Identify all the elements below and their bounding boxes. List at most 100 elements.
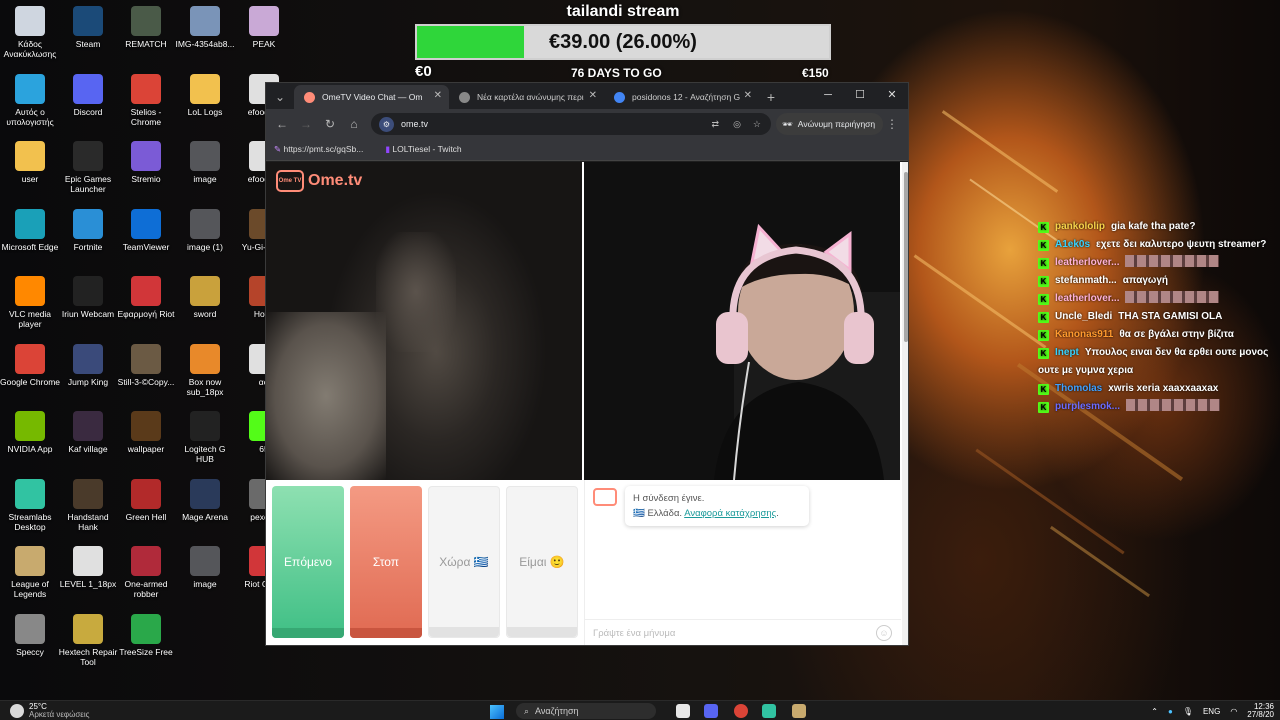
home-icon[interactable]: ⌂ [342,117,366,131]
desktop-shortcut[interactable]: image [175,546,235,589]
desktop-shortcut[interactable]: REMATCH [116,6,176,49]
country-button[interactable]: Χώρα 🇬🇷 [428,486,500,638]
incognito-icon: 🕶 [782,118,793,129]
forward-icon[interactable]: → [294,117,318,131]
desktop-shortcut[interactable]: Handstand Hank [58,478,118,532]
desktop-shortcut[interactable]: One-armed robber [116,546,176,599]
close-window-icon[interactable]: ✕ [876,83,908,107]
desktop-shortcut[interactable]: Google Chrome [0,343,60,387]
close-icon[interactable]: ✕ [434,90,442,101]
shortcut-label: Iriun Webcam [61,309,115,319]
desktop-shortcut[interactable]: NVIDIA App [0,411,60,454]
chevron-up-icon[interactable]: ⌃ [1151,707,1158,716]
this-pc-icon [15,73,45,104]
desktop-shortcut[interactable]: VLC media player [0,276,60,329]
incognito-badge[interactable]: 🕶 Ανώνυμη περιήγηση [776,113,884,135]
discord-icon[interactable] [704,704,718,718]
desktop-shortcut[interactable]: Κάδος Ανακύκλωσης [0,6,60,59]
microphone-icon[interactable]: 🎙 [1183,707,1193,716]
desktop-shortcut[interactable]: sword [175,276,235,319]
desktop-shortcut[interactable]: Iriun Webcam [58,276,118,319]
desktop-shortcut[interactable]: TreeSize Free [116,613,176,657]
stop-button[interactable]: Στοπ [350,486,422,638]
desktop-shortcut[interactable]: TeamViewer [116,208,176,252]
desktop-shortcut[interactable]: image [175,141,235,184]
close-icon[interactable]: ✕ [589,90,597,101]
desktop-shortcut[interactable]: Logitech G HUB [175,411,235,464]
menu-icon[interactable]: ⋮ [880,117,904,131]
tab-label: OmeTV Video Chat — Om [322,92,423,102]
desktop-shortcut[interactable]: LEVEL 1_18px [58,546,118,589]
desktop-shortcut[interactable]: Speccy [0,613,60,657]
emoji-icon[interactable]: ☺ [876,625,892,641]
network-icon[interactable]: ● [1168,707,1173,716]
desktop-shortcut[interactable]: user [0,141,60,184]
tab-search-icon[interactable]: ⌄ [266,85,294,109]
taskbar-search[interactable]: ⌕ Αναζήτηση [516,703,656,719]
ometv-logo[interactable]: Ome TV Ome.tv [276,170,362,192]
new-tab-button[interactable]: + [759,85,783,109]
desktop-shortcut[interactable]: PEAK [234,6,294,49]
chrome-icon[interactable] [734,704,748,718]
desktop-shortcut[interactable]: Microsoft Edge [0,208,60,252]
back-icon[interactable]: ← [270,117,294,131]
desktop-shortcut[interactable]: Epic Games Launcher [58,141,118,194]
desktop-shortcut[interactable]: Box now sub_18px [175,343,235,397]
shortcut-label: TreeSize Free [119,646,173,657]
chat-username: leatherlover... [1055,293,1120,304]
tab-ometv[interactable]: OmeTV Video Chat — Om ✕ [294,85,449,109]
message-input[interactable]: Γράψτε ένα μήνυμα [585,619,901,645]
league-icon[interactable] [792,704,806,718]
minimize-icon[interactable]: ─ [812,83,844,107]
clock-date[interactable]: 27/8/20 [1247,711,1274,719]
page-scrollbar[interactable] [902,162,908,645]
tab-incognito[interactable]: Νέα καρτέλα ανώνυμης περι ✕ [449,85,604,109]
desktop-shortcut[interactable]: wallpaper [116,411,176,454]
desktop-shortcut[interactable]: Streamlabs Desktop [0,478,60,532]
desktop-shortcut[interactable]: Εφαρμογή Riot [116,276,176,319]
desktop-shortcut[interactable]: Green Hell [116,478,176,522]
reload-icon[interactable]: ↻ [318,117,342,131]
desktop-shortcut[interactable]: Stelios - Chrome [116,73,176,127]
tab-google-search[interactable]: posidonos 12 - Αναζήτηση G ✕ [604,85,759,109]
streamlabs-icon[interactable] [762,704,776,718]
desktop-shortcut[interactable]: Αυτός ο υπολογιστής [0,73,60,127]
shortcut-label: Epic Games Launcher [64,174,112,194]
eye-off-icon[interactable]: ◎ [733,119,741,130]
image-file-icon [190,343,220,374]
goal-start: €0 [415,63,432,80]
desktop-shortcut[interactable]: Fortnite [58,208,118,252]
chat-message: Kstefanmath... απαγωγή [1038,272,1280,290]
chat-username: Thomolas [1055,383,1103,394]
chrome-icon [15,343,45,374]
file-explorer-icon[interactable] [676,704,690,718]
desktop-shortcut[interactable]: IMG-4354ab8... [175,6,235,49]
desktop-shortcut[interactable]: Mage Arena [175,478,235,522]
desktop-shortcut[interactable]: League of Legends [0,546,60,599]
windows-start-icon[interactable] [490,705,504,719]
next-button[interactable]: Επόμενο [272,486,344,638]
desktop-shortcut[interactable]: LoL Logs [175,73,235,117]
report-abuse-link[interactable]: Αναφορά κατάχρησης [684,508,776,519]
desktop-shortcut[interactable]: Jump King [58,343,118,387]
weather-widget[interactable]: 25°C Αρκετά νεφώσεις [10,703,89,719]
bookmark-item[interactable]: ✎ https://pmt.sc/gqSb... [274,144,363,155]
maximize-icon[interactable]: ☐ [844,83,876,107]
desktop-shortcut[interactable]: Hextech Repair Tool [58,613,118,667]
desktop-shortcut[interactable]: Kaf village [58,411,118,454]
desktop-shortcut[interactable]: Discord [58,73,118,117]
language-indicator[interactable]: ENG [1203,707,1220,716]
bookmark-star-icon[interactable]: ☆ [753,119,761,130]
site-info-icon[interactable]: ⚙ [379,116,394,132]
desktop-shortcut[interactable]: Steam [58,6,118,49]
gender-button[interactable]: Είμαι 🙂 [506,486,578,638]
address-bar[interactable]: ⚙ ome.tv ⇄ ◎ ☆ [371,113,771,135]
close-icon[interactable]: ✕ [744,90,752,101]
translate-icon[interactable]: ⇄ [711,119,719,130]
desktop-shortcut[interactable]: image (1) [175,208,235,252]
shortcut-label: Green Hell [125,511,167,522]
bookmark-item[interactable]: ▮ LOLTiesel - Twitch [385,144,461,155]
wifi-icon[interactable]: ◠ [1230,707,1237,716]
desktop-shortcut[interactable]: Stremio [116,141,176,184]
desktop-shortcut[interactable]: Still-3-©Copy... [116,343,176,387]
